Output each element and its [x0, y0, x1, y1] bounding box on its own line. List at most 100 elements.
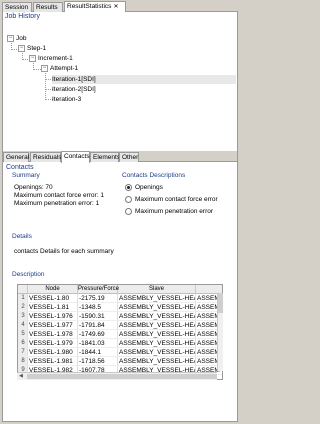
- column-header-pressure-force[interactable]: Pressure/Force: [78, 285, 119, 294]
- tree-node-label: Step-1: [27, 45, 47, 52]
- cell-node: VESSEL-1.976: [28, 312, 78, 321]
- radio-selected-icon[interactable]: [125, 184, 132, 191]
- radio-icon[interactable]: [125, 208, 132, 215]
- row-index: 6: [18, 339, 28, 348]
- description-title: Description: [12, 271, 45, 278]
- tree-node-iteration-2[interactable]: Iteration-2[SDI]: [52, 85, 96, 94]
- row-index: 8: [18, 357, 28, 366]
- radio-label: Maximum contact force error: [135, 196, 218, 204]
- radio-label: Openings: [135, 184, 163, 192]
- cell-slave: ASSEMBLY_VESSEL-HEAD: [118, 321, 196, 330]
- column-header-node[interactable]: Node: [28, 285, 78, 294]
- radio-icon[interactable]: [125, 196, 132, 203]
- details-text: contacts Details for each summary: [14, 248, 114, 255]
- cell-pressure-force: -1844.1: [78, 348, 118, 357]
- table-row[interactable]: 4 VESSEL-1.977 -1791.84 ASSEMBLY_VESSEL-HEA…: [18, 321, 222, 330]
- tree-node-label: Increment-1: [38, 55, 73, 62]
- top-tab-bar: Session Results ResultStatistics ✕: [2, 1, 238, 13]
- table-horizontal-scrollbar[interactable]: ◀: [17, 372, 217, 380]
- table-row[interactable]: 3 VESSEL-1.976 -1590.31 ASSEMBLY_VESSEL-HEA…: [18, 312, 222, 321]
- row-index: 3: [18, 312, 28, 321]
- cell-slave: ASSEMBLY_VESSEL-HEAD: [118, 294, 196, 303]
- row-index: 2: [18, 303, 28, 312]
- tree-node-iteration-1[interactable]: Iteration-1[SDI]: [52, 75, 236, 84]
- cell-slave: ASSEMBLY_VESSEL-HEAD: [118, 303, 196, 312]
- tree-node-step[interactable]: − Step-1: [18, 44, 46, 53]
- contacts-title: Contacts: [6, 164, 34, 171]
- table-row[interactable]: 7 VESSEL-1.980 -1844.1 ASSEMBLY_VESSEL-HEAD…: [18, 348, 222, 357]
- tree-node-label: Attempt-1: [50, 65, 79, 72]
- tree-node-label: Job: [16, 35, 27, 42]
- cell-pressure-force: -1348.5: [78, 303, 118, 312]
- contacts-table: Node Pressure/Force Slave 1 VESSEL-1.80 -2…: [17, 284, 223, 380]
- scrollbar-thumb[interactable]: [27, 374, 217, 379]
- statistics-tab-bar: General Residuals Contacts Elements Othe…: [3, 151, 237, 163]
- radio-label: Maximum penetration error: [135, 208, 214, 216]
- table-row[interactable]: 5 VESSEL-1.978 -1749.69 ASSEMBLY_VESSEL-HEA…: [18, 330, 222, 339]
- radio-max-contact-force[interactable]: Maximum contact force error: [125, 196, 218, 204]
- cell-node: VESSEL-1.979: [28, 339, 78, 348]
- tab-label: Results: [36, 4, 58, 11]
- cell-node: VESSEL-1.81: [28, 303, 78, 312]
- tab-general[interactable]: General: [3, 152, 29, 162]
- row-index: 5: [18, 330, 28, 339]
- openings-count: Openings: 70: [14, 184, 53, 191]
- tree-node-job[interactable]: − Job: [7, 34, 26, 43]
- tab-residuals[interactable]: Residuals: [30, 152, 62, 162]
- table-row[interactable]: 2 VESSEL-1.81 -1348.5 ASSEMBLY_VESSEL-HEAD A…: [18, 303, 222, 312]
- cell-slave: ASSEMBLY_VESSEL-HEAD: [118, 330, 196, 339]
- row-index: 1: [18, 294, 28, 303]
- tree-node-label: Iteration-2[SDI]: [52, 86, 96, 93]
- tree-node-attempt[interactable]: − Attempt-1: [41, 64, 78, 73]
- tab-label: ResultStatistics: [67, 3, 112, 10]
- collapse-icon[interactable]: −: [18, 44, 25, 52]
- job-history-tree: − Job − Step-1 − Increment-1 − Attempt-1 Ite…: [3, 23, 237, 162]
- tab-label: Session: [5, 4, 29, 11]
- tree-node-label: Iteration-3: [52, 96, 82, 103]
- collapse-icon[interactable]: −: [41, 64, 48, 72]
- radio-max-penetration[interactable]: Maximum penetration error: [125, 208, 213, 216]
- result-statistics-panel: Job History − Job − Step-1 − Increment-1 − A…: [2, 12, 238, 422]
- cell-slave: ASSEMBLY_VESSEL-HEAD: [118, 339, 196, 348]
- tab-other[interactable]: Other: [119, 152, 139, 162]
- cell-node: VESSEL-1.977: [28, 321, 78, 330]
- cell-pressure-force: -2175.19: [78, 294, 118, 303]
- column-header-index: [18, 285, 28, 294]
- cell-slave: ASSEMBLY_VESSEL-HEAD: [118, 357, 196, 366]
- scroll-left-icon[interactable]: ◀: [19, 373, 23, 379]
- radio-openings[interactable]: Openings: [125, 184, 163, 192]
- cell-pressure-force: -1791.84: [78, 321, 118, 330]
- collapse-icon[interactable]: −: [29, 54, 36, 62]
- close-icon[interactable]: ✕: [113, 4, 118, 10]
- row-index: 7: [18, 348, 28, 357]
- table-row[interactable]: 8 VESSEL-1.981 -1718.56 ASSEMBLY_VESSEL-HEA…: [18, 357, 222, 366]
- cell-pressure-force: -1841.03: [78, 339, 118, 348]
- scrollbar-thumb[interactable]: [218, 293, 223, 313]
- tab-results[interactable]: Results: [33, 2, 63, 12]
- tab-contacts[interactable]: Contacts: [61, 151, 90, 163]
- column-header-slave[interactable]: Slave: [118, 285, 196, 294]
- collapse-icon[interactable]: −: [7, 34, 14, 42]
- job-history-title: Job History: [5, 13, 41, 20]
- tree-node-label: Iteration-1[SDI]: [52, 76, 96, 83]
- cell-node: VESSEL-1.980: [28, 348, 78, 357]
- tab-session[interactable]: Session: [2, 2, 32, 12]
- cell-slave: ASSEMBLY_VESSEL-HEAD: [118, 312, 196, 321]
- summary-title: Summary: [12, 172, 40, 179]
- cell-pressure-force: -1718.56: [78, 357, 118, 366]
- table-vertical-scrollbar[interactable]: [217, 293, 223, 371]
- cell-slave: ASSEMBLY_VESSEL-HEAD: [118, 348, 196, 357]
- row-index: 4: [18, 321, 28, 330]
- max-penetration-error: Maximum penetration error: 1: [14, 200, 100, 207]
- details-title: Details: [12, 233, 32, 240]
- table-row[interactable]: 6 VESSEL-1.979 -1841.03 ASSEMBLY_VESSEL-HEA…: [18, 339, 222, 348]
- cell-node: VESSEL-1.981: [28, 357, 78, 366]
- table-row[interactable]: 1 VESSEL-1.80 -2175.19 ASSEMBLY_VESSEL-HEAD…: [18, 294, 222, 303]
- table-header: Node Pressure/Force Slave: [18, 285, 222, 294]
- tree-node-increment[interactable]: − Increment-1: [29, 54, 73, 63]
- cell-pressure-force: -1590.31: [78, 312, 118, 321]
- cell-node: VESSEL-1.80: [28, 294, 78, 303]
- contacts-descriptions-title: Contacts Descriptions: [122, 172, 186, 179]
- tree-node-iteration-3[interactable]: Iteration-3: [52, 95, 81, 104]
- tab-elements[interactable]: Elements: [90, 152, 120, 162]
